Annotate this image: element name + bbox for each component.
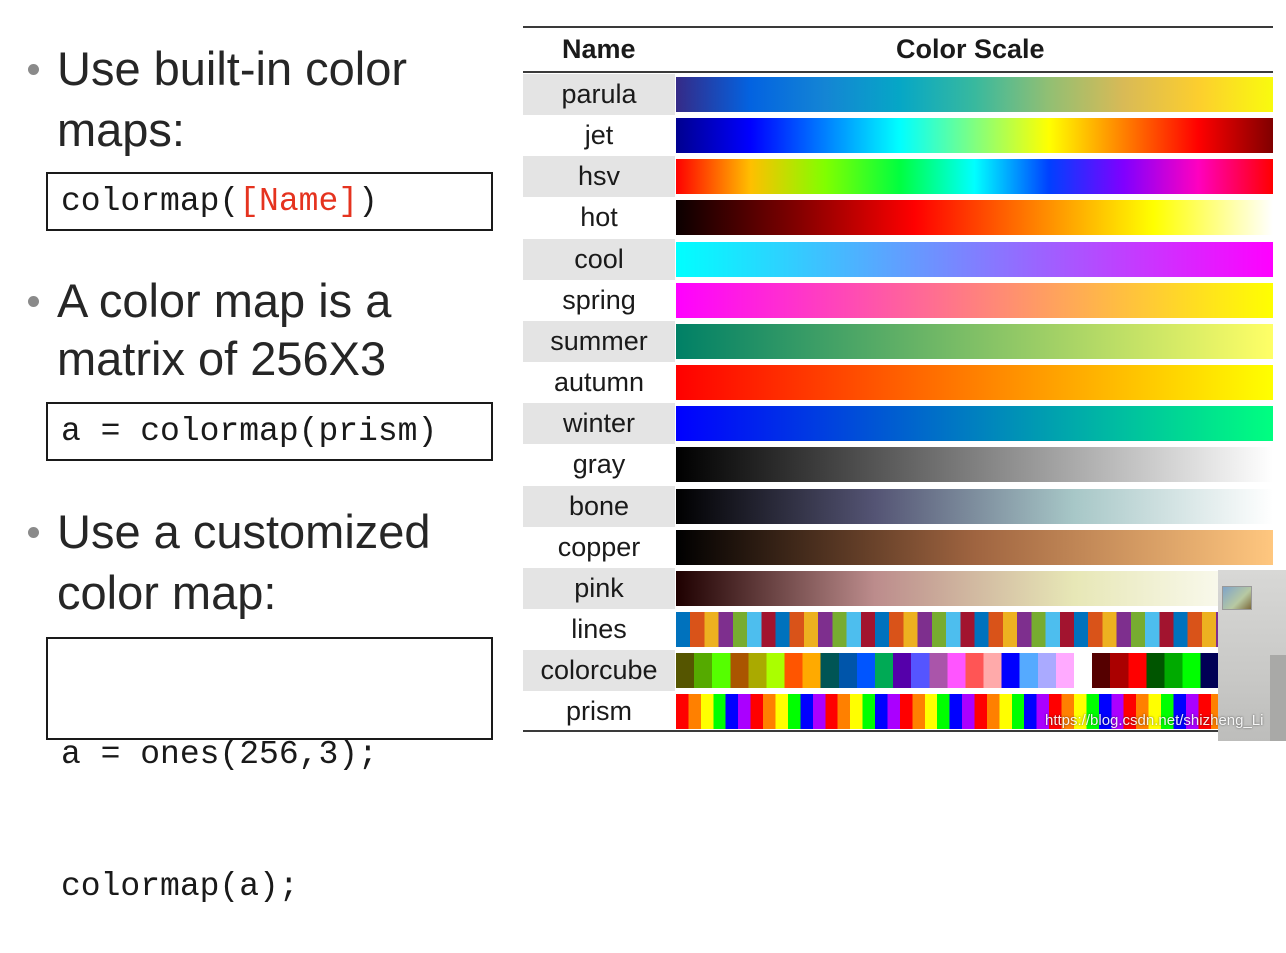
colormap-scale-bar	[676, 200, 1273, 236]
colormap-scale-bar	[676, 447, 1273, 483]
colormap-row-bone: bone	[523, 485, 1273, 527]
colormap-name: prism	[566, 696, 632, 727]
bullet-dot	[28, 296, 39, 307]
colormap-name: hsv	[523, 156, 675, 198]
colormap-name: autumn	[553, 367, 645, 398]
colormap-scale-bar	[676, 570, 1273, 606]
colormap-scale-bar	[676, 611, 1273, 647]
table-header-rule	[523, 71, 1273, 73]
colormap-row-cool: cool	[523, 238, 1273, 280]
bullet-line: Use a customized	[57, 505, 431, 558]
colormap-row-spring: spring	[523, 280, 1273, 321]
colormap-name: jet	[584, 120, 614, 151]
code-prefix: colormap(	[61, 183, 240, 220]
colormap-scale-bar	[676, 77, 1273, 112]
code-box-colormap-name: colormap([Name])	[46, 172, 493, 231]
bullet-line: color map:	[57, 566, 277, 619]
colormap-row-lines: lines	[523, 609, 1273, 650]
table-top-rule	[523, 26, 1273, 28]
bullet-line: maps:	[57, 103, 185, 156]
colormap-name: cool	[523, 238, 675, 280]
colormap-name: hot	[580, 202, 618, 233]
colormap-row-jet: jet	[523, 115, 1273, 156]
colormap-row-autumn: autumn	[523, 362, 1273, 403]
colormap-name: gray	[572, 449, 626, 480]
colormap-scale-bar	[676, 241, 1273, 277]
colormap-name: bone	[523, 485, 675, 527]
code-argument: [Name]	[239, 183, 359, 220]
bullet-text: Use built-in color maps:	[57, 40, 407, 158]
bullet-dot	[28, 527, 39, 538]
colormap-scale-bar	[676, 323, 1273, 359]
colormap-scale-bar	[676, 488, 1273, 524]
colormap-row-parula: parula	[523, 74, 1273, 115]
code-box-custom-colormap: a = ones(256,3); colormap(a);	[46, 637, 493, 905]
bullet-text: A color map is a matrix of 256X3	[57, 272, 391, 387]
colormap-row-gray: gray	[523, 444, 1273, 485]
colormap-scale-bar	[676, 282, 1273, 318]
colormap-row-hsv: hsv	[523, 156, 1273, 198]
colormap-name: copper	[557, 531, 641, 562]
bullet-dot	[28, 64, 39, 75]
colormap-name: parula	[523, 74, 675, 115]
colormap-row-summer: summer	[523, 320, 1273, 362]
code-line: a = ones(256,3);	[61, 736, 378, 773]
colormap-scale-bar	[676, 365, 1273, 401]
colormap-name: colorcube	[523, 650, 675, 692]
colormap-name: pink	[523, 567, 675, 609]
code-line: colormap(a);	[61, 868, 299, 905]
colormap-row-winter: winter	[523, 403, 1273, 445]
code-box-colormap-prism: a = colormap(prism)	[46, 402, 493, 461]
colormap-scale-bar	[676, 529, 1273, 565]
table-header-color-scale: Color Scale	[896, 34, 1045, 64]
table-bottom-rule	[523, 730, 1273, 732]
wall-picture	[1222, 586, 1252, 610]
colormap-row-pink: pink	[523, 567, 1273, 609]
colormap-name: lines	[571, 613, 627, 644]
colormap-name: summer	[523, 320, 675, 362]
colormap-row-hot: hot	[523, 197, 1273, 238]
table-header-name: Name	[562, 34, 636, 64]
bullet-text: Use a customized color map:	[57, 503, 431, 621]
colormap-row-colorcube: colorcube	[523, 650, 1273, 692]
code-suffix: )	[358, 183, 378, 220]
colormap-row-copper: copper	[523, 527, 1273, 568]
colormap-name: winter	[523, 403, 675, 445]
bullet-line: matrix of 256X3	[57, 332, 387, 385]
colormap-scale-bar	[676, 118, 1273, 154]
bullet-line: A color map is a	[57, 274, 392, 327]
colormap-scale-bar	[676, 653, 1273, 689]
colormap-scale-bar	[676, 406, 1273, 442]
colormap-scale-bar	[676, 159, 1273, 195]
colormap-name: spring	[562, 284, 636, 315]
door-edge	[1270, 655, 1286, 741]
watermark-text: https://blog.csdn.net/shizheng_Li	[1045, 712, 1264, 729]
bullet-line: Use built-in color	[57, 42, 408, 95]
